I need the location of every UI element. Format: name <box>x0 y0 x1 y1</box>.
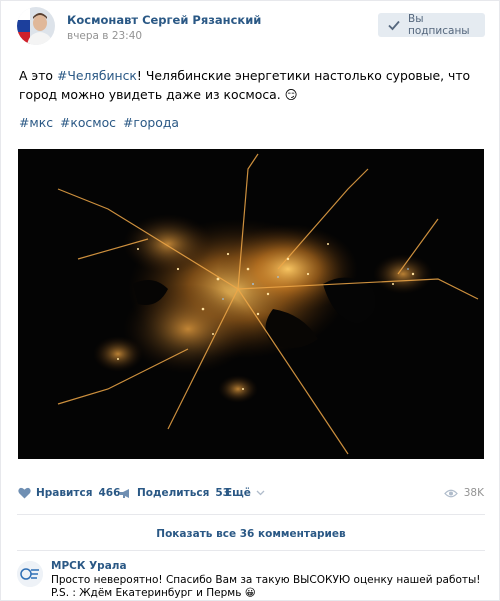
author-name[interactable]: Космонавт Сергей Рязанский <box>67 13 261 27</box>
share-label: Поделиться <box>137 487 210 499</box>
comment-text: Просто невероятно! Спасибо Вам за такую … <box>51 574 491 600</box>
post-text-start: А это <box>19 68 57 83</box>
post-card: Космонавт Сергей Рязанский вчера в 23:40… <box>0 0 500 601</box>
post-time[interactable]: вчера в 23:40 <box>67 30 142 42</box>
subscribed-label: Вы подписаны <box>408 13 470 37</box>
post-text: А это #Челябинск! Челябинские энергетики… <box>19 66 485 104</box>
more-button[interactable]: Ещё <box>225 487 265 499</box>
views-count: 38K <box>463 487 484 499</box>
like-button[interactable]: Нравится 466 <box>18 487 120 499</box>
divider <box>17 550 485 551</box>
author-avatar[interactable] <box>17 7 55 45</box>
megaphone-icon <box>119 488 132 499</box>
share-button[interactable]: Поделиться 53 <box>119 487 230 499</box>
post-actions-bar: Нравится 466 Поделиться 53 Ещё 38K <box>1 479 500 513</box>
comment-line: P.S. : Ждём Екатеринбург и Пермь 😀 <box>51 587 256 599</box>
comment-avatar[interactable] <box>17 561 43 587</box>
tag-goroda[interactable]: #города <box>123 115 179 130</box>
eye-icon <box>443 489 458 498</box>
tag-kosmos[interactable]: #космос <box>60 115 116 130</box>
views-counter: 38K <box>443 487 484 499</box>
night-city-photo[interactable] <box>18 149 484 459</box>
divider <box>17 514 485 515</box>
show-all-comments-link[interactable]: Показать все 36 комментариев <box>1 528 500 540</box>
heart-icon <box>18 487 31 499</box>
like-count: 466 <box>98 487 121 499</box>
like-label: Нравится <box>36 487 93 499</box>
subscribed-button[interactable]: Вы подписаны <box>378 13 485 37</box>
hashtag-link[interactable]: #Челябинск <box>57 68 137 83</box>
tag-mks[interactable]: #мкс <box>19 115 53 130</box>
comment-line: Просто невероятно! Спасибо Вам за такую … <box>51 574 481 586</box>
check-icon <box>387 18 401 32</box>
post-tags: #мкс #космос #города <box>19 115 182 131</box>
comment-author[interactable]: МРСК Урала <box>51 560 127 572</box>
chevron-down-icon <box>256 490 265 496</box>
more-label: Ещё <box>225 487 251 499</box>
